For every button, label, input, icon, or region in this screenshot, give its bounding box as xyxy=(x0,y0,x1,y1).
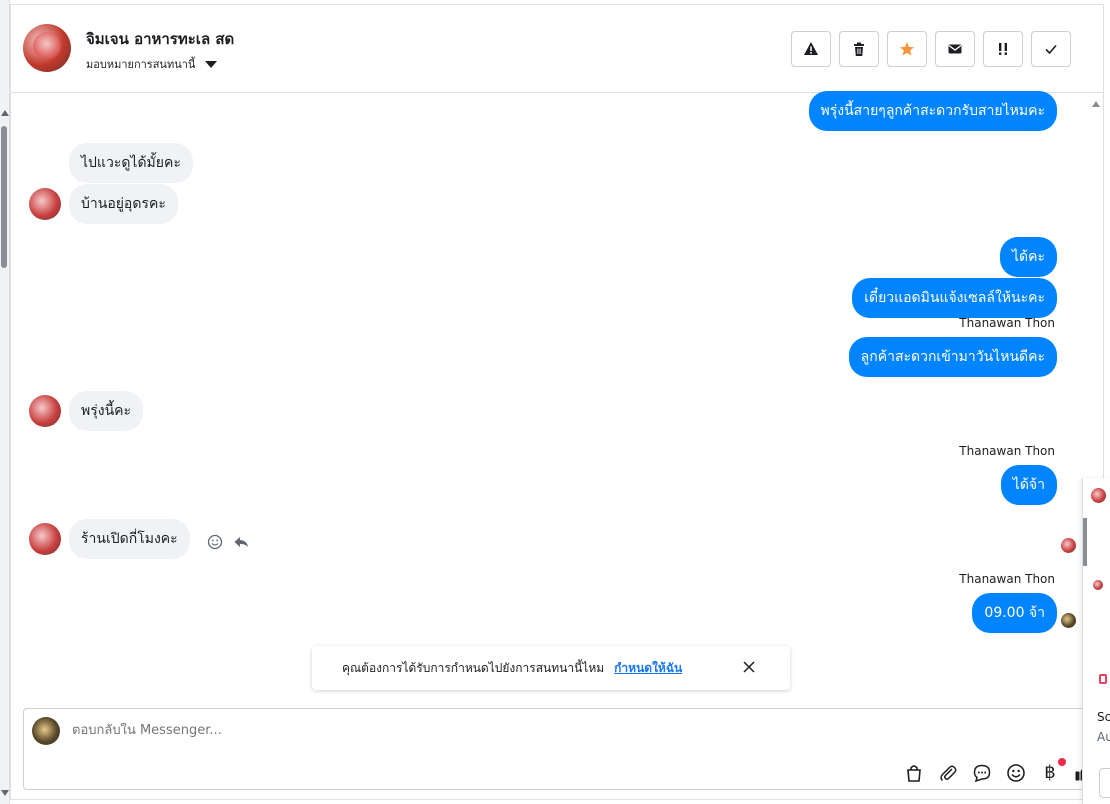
message-outgoing: ลูกค้าสะดวกเข้ามาวันไหนดีคะ xyxy=(848,337,1057,377)
message-bubble[interactable]: ได้จ้า xyxy=(1000,465,1057,505)
assign-to-me-link[interactable]: กำหนดให้ฉัน xyxy=(614,659,682,678)
warning-button[interactable] xyxy=(791,31,831,67)
exclamation-icon xyxy=(999,43,1007,55)
check-icon xyxy=(1045,44,1057,55)
paperclip-icon[interactable] xyxy=(938,763,958,783)
message-bubble[interactable]: ไปแวะดูได้มั้ยคะ xyxy=(69,143,193,183)
side-text: Au xyxy=(1097,730,1110,744)
contact-name[interactable]: จิมเจน อาหารทะเล สด xyxy=(86,27,234,51)
message-bubble[interactable]: บ้านอยู่อุดรคะ xyxy=(69,184,178,224)
trash-icon xyxy=(854,42,864,56)
message-bubble[interactable]: พรุ่งนี้คะ xyxy=(69,391,144,431)
message-outgoing: เดี๋ยวแอดมินแจ้งเซลล์ให้นะคะ xyxy=(852,278,1057,318)
side-scrollbar[interactable] xyxy=(1083,518,1087,566)
instagram-icon xyxy=(1099,674,1107,684)
left-scrollbar[interactable] xyxy=(0,0,10,804)
contact-avatar xyxy=(1091,488,1106,503)
sender-avatar xyxy=(1061,613,1076,628)
payment-button[interactable]: ฿ xyxy=(1040,758,1066,783)
reply-input[interactable] xyxy=(72,723,672,738)
sender-name: Thanawan Thon xyxy=(959,572,1055,586)
scroll-up-arrow[interactable] xyxy=(1092,101,1100,107)
side-text: Sc xyxy=(1097,710,1110,724)
close-icon[interactable] xyxy=(742,660,756,674)
message-incoming: ไปแวะดูได้มั้ยคะ xyxy=(69,143,193,183)
chat-bubble-icon[interactable] xyxy=(972,763,992,783)
message-incoming: บ้านอยู่อุดรคะ xyxy=(29,184,178,224)
side-button[interactable] xyxy=(1099,768,1110,798)
scroll-up-arrow[interactable] xyxy=(1,110,9,116)
message-outgoing: ได้คะ xyxy=(999,237,1057,277)
scroll-down-arrow[interactable] xyxy=(1,790,9,796)
scrollbar-thumb[interactable] xyxy=(1,126,7,268)
contact-avatar[interactable] xyxy=(23,24,71,72)
message-incoming: พรุ่งนี้คะ xyxy=(29,391,144,431)
message-bubble[interactable]: ร้านเปิดกี่โมงคะ xyxy=(69,519,190,559)
message-bubble[interactable]: พรุ่งนี้สายๆลูกค้าสะดวกรับสายไหมคะ xyxy=(808,91,1057,131)
message-bubble[interactable]: 09.00 จ้า xyxy=(972,593,1057,633)
envelope-icon xyxy=(948,44,962,54)
assign-dropdown[interactable]: มอบหมายการสนทนานี้ xyxy=(86,55,218,73)
delete-button[interactable] xyxy=(839,31,879,67)
contact-avatar xyxy=(1093,580,1103,590)
sender-name: Thanawan Thon xyxy=(959,444,1055,458)
message-actions xyxy=(207,534,249,550)
message-outgoing: พรุ่งนี้สายๆลูกค้าสะดวกรับสายไหมคะ xyxy=(808,91,1057,131)
mark-unread-button[interactable] xyxy=(935,31,975,67)
side-panel-peek[interactable]: Sc Au xyxy=(1082,478,1110,804)
reply-composer: ฿ xyxy=(23,708,1103,790)
notification-dot xyxy=(1058,758,1066,766)
contact-avatar xyxy=(29,395,61,427)
conversation-header: จิมเจน อาหารทะเล สด มอบหมายการสนทนานี้ xyxy=(11,5,1103,93)
composer-toolbar: ฿ xyxy=(904,758,1094,783)
contact-avatar xyxy=(29,188,61,220)
star-button[interactable] xyxy=(887,31,927,67)
assign-label: มอบหมายการสนทนานี้ xyxy=(86,58,196,71)
message-bubble[interactable]: เดี๋ยวแอดมินแจ้งเซลล์ให้นะคะ xyxy=(852,278,1057,318)
star-icon xyxy=(900,42,914,56)
done-button[interactable] xyxy=(1031,31,1071,67)
message-bubble[interactable]: ลูกค้าสะดวกเข้ามาวันไหนดีคะ xyxy=(848,337,1057,377)
emoji-icon[interactable] xyxy=(1006,763,1026,783)
bag-icon[interactable] xyxy=(904,763,924,783)
read-receipt-avatar xyxy=(1061,538,1076,553)
warning-icon xyxy=(804,42,818,55)
page-avatar xyxy=(32,717,60,745)
messenger-window: จิมเจน อาหารทะเล สด มอบหมายการสนทนานี้ พ… xyxy=(0,0,1110,804)
assign-notice: คุณต้องการได้รับการกำหนดไปยังการสนทนานี้… xyxy=(312,646,790,690)
baht-icon: ฿ xyxy=(1044,762,1056,783)
sender-name: Thanawan Thon xyxy=(959,316,1055,330)
contact-avatar xyxy=(29,523,61,555)
priority-button[interactable] xyxy=(983,31,1023,67)
message-outgoing: 09.00 จ้า xyxy=(972,593,1057,633)
message-incoming: ร้านเปิดกี่โมงคะ xyxy=(29,519,190,559)
emoji-reaction-icon[interactable] xyxy=(207,534,223,550)
header-toolbar xyxy=(791,31,1071,67)
message-outgoing: ได้จ้า xyxy=(1000,465,1057,505)
message-bubble[interactable]: ได้คะ xyxy=(999,237,1057,277)
notice-text: คุณต้องการได้รับการกำหนดไปยังการสนทนานี้… xyxy=(342,660,605,675)
chevron-down-icon xyxy=(205,60,218,68)
reply-icon[interactable] xyxy=(233,534,249,550)
